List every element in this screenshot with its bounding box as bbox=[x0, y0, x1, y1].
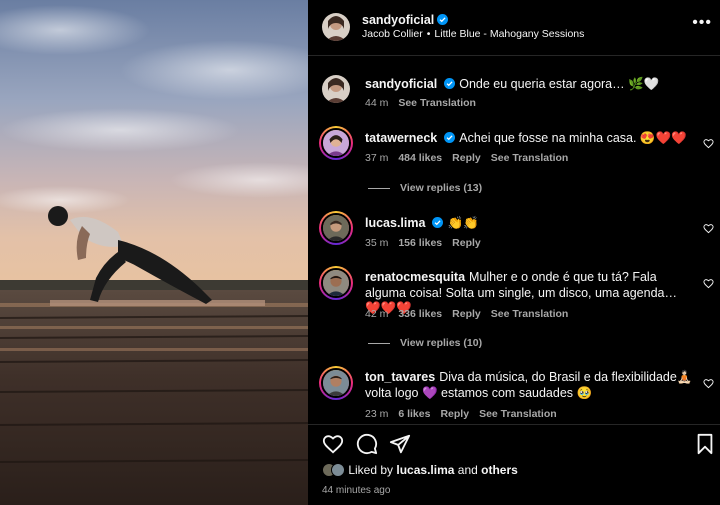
heart-icon[interactable] bbox=[703, 378, 714, 389]
audio-title[interactable]: Little Blue - Mahogany Sessions bbox=[434, 28, 584, 40]
audio-artist[interactable]: Jacob Collier bbox=[362, 28, 423, 40]
timestamp[interactable]: 23 m bbox=[365, 408, 388, 420]
paper-plane-icon[interactable] bbox=[389, 433, 411, 455]
profile-photo-icon bbox=[323, 130, 349, 156]
liked-by-prefix: Liked by bbox=[348, 463, 394, 477]
see-translation-link[interactable]: See Translation bbox=[398, 97, 476, 109]
likes-count[interactable]: 484 likes bbox=[398, 152, 442, 164]
comment-body: ton_tavares Diva da música, do Brasil e d… bbox=[365, 370, 695, 401]
avatar[interactable] bbox=[319, 126, 353, 160]
reply-button[interactable]: Reply bbox=[440, 408, 469, 420]
profile-photo-icon bbox=[323, 270, 349, 296]
username[interactable]: ton_tavares bbox=[365, 370, 435, 384]
verified-badge-icon bbox=[444, 132, 456, 143]
profile-photo-icon bbox=[323, 370, 349, 396]
profile-photo-icon bbox=[323, 215, 349, 241]
avatar[interactable] bbox=[322, 75, 350, 103]
heart-icon[interactable] bbox=[322, 433, 344, 455]
action-bar bbox=[308, 424, 720, 458]
verified-badge-icon bbox=[432, 217, 444, 228]
comment-meta: 42 m 336 likes Reply See Translation bbox=[365, 308, 578, 320]
timestamp[interactable]: 35 m bbox=[365, 237, 388, 249]
see-translation-link[interactable]: See Translation bbox=[491, 152, 569, 164]
username[interactable]: renatocmesquita bbox=[365, 270, 465, 284]
liker-avatar bbox=[331, 463, 345, 477]
avatar[interactable] bbox=[319, 366, 353, 400]
comment-text: 👏👏 bbox=[447, 216, 479, 230]
view-replies-button[interactable]: View replies (10) bbox=[368, 337, 482, 349]
post-photo[interactable] bbox=[0, 0, 308, 505]
username[interactable]: sandyoficial bbox=[365, 77, 437, 91]
audio-track[interactable]: Jacob Collier • Little Blue - Mahogany Ses… bbox=[362, 28, 584, 40]
heart-icon[interactable] bbox=[703, 278, 714, 289]
see-translation-link[interactable]: See Translation bbox=[479, 408, 557, 420]
avatar[interactable] bbox=[319, 211, 353, 245]
post-header: sandyoficial Jacob Collier • Little Blue -… bbox=[308, 0, 720, 56]
comments-panel: sandyoficial Jacob Collier • Little Blue -… bbox=[308, 0, 720, 505]
post-timestamp[interactable]: 44 minutes ago bbox=[322, 485, 390, 496]
bookmark-icon[interactable] bbox=[694, 433, 716, 455]
timestamp[interactable]: 44 m bbox=[365, 97, 388, 109]
yoga-beach-image bbox=[0, 0, 308, 505]
verified-badge-icon bbox=[437, 14, 449, 25]
view-replies-label[interactable]: View replies (13) bbox=[400, 182, 482, 194]
heart-icon[interactable] bbox=[703, 138, 714, 149]
comment-body: lucas.lima 👏👏 bbox=[365, 216, 695, 232]
reply-button[interactable]: Reply bbox=[452, 237, 481, 249]
post-author[interactable]: sandyoficial bbox=[362, 11, 449, 29]
instagram-post-modal: sandyoficial Jacob Collier • Little Blue -… bbox=[0, 0, 720, 505]
view-replies-button[interactable]: View replies (13) bbox=[368, 182, 482, 194]
timestamp[interactable]: 42 m bbox=[365, 308, 388, 320]
liked-by-others[interactable]: others bbox=[481, 463, 518, 477]
profile-photo-icon bbox=[322, 75, 350, 103]
comment-meta: 23 m 6 likes Reply See Translation bbox=[365, 408, 567, 420]
comment-bubble-icon[interactable] bbox=[356, 433, 378, 455]
likes-count[interactable]: 156 likes bbox=[398, 237, 442, 249]
divider-line bbox=[368, 342, 390, 344]
comment-text: Achei que fosse na minha casa. 😍❤️❤️ bbox=[459, 131, 687, 145]
reply-button[interactable]: Reply bbox=[452, 308, 481, 320]
likes-count[interactable]: 336 likes bbox=[398, 308, 442, 320]
likes-count[interactable]: 6 likes bbox=[398, 408, 430, 420]
liked-by-user[interactable]: lucas.lima bbox=[396, 463, 454, 477]
caption-text: Onde eu queria estar agora… 🌿🤍 bbox=[459, 77, 660, 91]
username[interactable]: sandyoficial bbox=[362, 13, 434, 27]
username[interactable]: tatawerneck bbox=[365, 131, 437, 145]
comment-body: tatawerneck Achei que fosse na minha casa… bbox=[365, 131, 695, 147]
timestamp[interactable]: 37 m bbox=[365, 152, 388, 164]
reply-button[interactable]: Reply bbox=[452, 152, 481, 164]
comment-meta: 35 m 156 likes Reply bbox=[365, 237, 491, 249]
profile-photo-icon bbox=[322, 13, 350, 41]
see-translation-link[interactable]: See Translation bbox=[491, 308, 569, 320]
avatar[interactable] bbox=[319, 266, 353, 300]
separator-dot: • bbox=[426, 28, 431, 40]
liked-by-summary[interactable]: Liked by lucas.lima and others bbox=[322, 463, 518, 477]
divider-line bbox=[368, 187, 390, 189]
more-options-icon[interactable]: ••• bbox=[692, 14, 712, 32]
heart-icon[interactable] bbox=[703, 223, 714, 234]
caption-meta: 44 m See Translation bbox=[365, 97, 486, 109]
liked-by-and: and bbox=[457, 463, 478, 477]
avatar[interactable] bbox=[322, 13, 350, 41]
view-replies-label[interactable]: View replies (10) bbox=[400, 337, 482, 349]
caption-body: sandyoficial Onde eu queria estar agora… … bbox=[365, 77, 695, 93]
comment-meta: 37 m 484 likes Reply See Translation bbox=[365, 152, 578, 164]
username[interactable]: lucas.lima bbox=[365, 216, 425, 230]
verified-badge-icon bbox=[444, 78, 456, 89]
